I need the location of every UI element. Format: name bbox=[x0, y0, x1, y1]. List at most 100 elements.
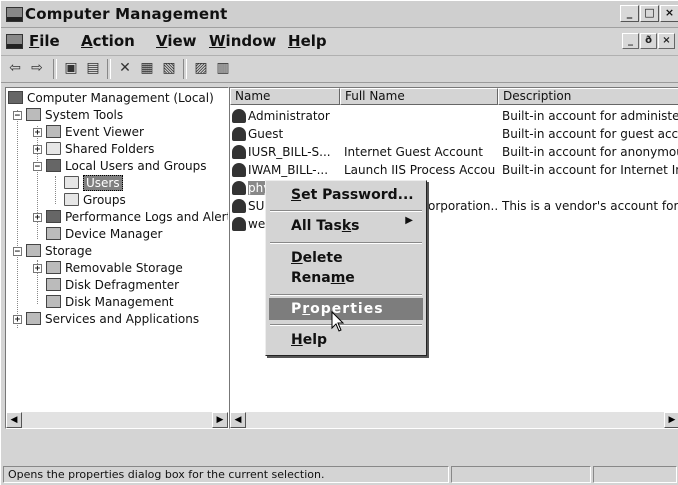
tree-item-system-tools[interactable]: System Tools bbox=[26, 107, 123, 123]
expand-toggle[interactable]: + bbox=[33, 213, 42, 223]
expand-toggle[interactable]: + bbox=[13, 315, 22, 325]
removable-storage-icon bbox=[46, 261, 61, 274]
tree-item-storage[interactable]: Storage bbox=[26, 243, 92, 259]
system-menu-icon[interactable] bbox=[6, 34, 23, 49]
folder-open-icon bbox=[64, 176, 79, 189]
status-message: Opens the properties dialog box for the … bbox=[3, 466, 449, 483]
expand-toggle[interactable]: + bbox=[33, 264, 42, 274]
user-icon bbox=[232, 163, 246, 177]
system-tools-icon bbox=[26, 108, 41, 121]
performance-icon bbox=[46, 210, 61, 223]
column-header-name[interactable]: Name bbox=[230, 88, 340, 105]
close-button[interactable]: × bbox=[660, 5, 678, 22]
defragmenter-icon bbox=[46, 278, 61, 291]
menu-view[interactable]: View bbox=[156, 32, 197, 50]
scroll-left-icon[interactable]: ◀ bbox=[6, 412, 22, 428]
tree-item-computer-management[interactable]: Computer Management (Local) bbox=[8, 90, 214, 106]
users-groups-icon bbox=[46, 159, 61, 172]
tree-line bbox=[55, 176, 56, 204]
up-level-icon[interactable]: ▣ bbox=[61, 59, 81, 78]
delete-icon[interactable]: ✕ bbox=[115, 59, 135, 78]
scroll-right-icon[interactable]: ▶ bbox=[212, 412, 228, 428]
event-viewer-icon bbox=[46, 125, 61, 138]
list-horizontal-scrollbar[interactable]: ◀ ▶ bbox=[230, 412, 678, 428]
back-arrow-icon[interactable]: ⇦ bbox=[5, 59, 25, 78]
menu-help[interactable]: Help bbox=[288, 32, 327, 50]
tree-horizontal-scrollbar[interactable]: ◀ ▶ bbox=[6, 412, 228, 428]
tree-item-shared-folders[interactable]: Shared Folders bbox=[46, 141, 154, 157]
context-menu-rename[interactable]: Rename bbox=[269, 267, 423, 289]
toolbar-separator bbox=[53, 59, 57, 79]
child-window-controls: _ ð × bbox=[622, 33, 675, 49]
tree-item-event-viewer[interactable]: Event Viewer bbox=[46, 124, 144, 140]
context-menu-set-password[interactable]: Set Password... bbox=[269, 184, 423, 206]
disk-management-icon bbox=[46, 295, 61, 308]
window-controls: _ □ × bbox=[620, 5, 678, 22]
toolbar-separator bbox=[107, 59, 111, 79]
context-menu-help[interactable]: Help bbox=[269, 329, 423, 351]
menu-separator bbox=[270, 210, 422, 212]
menu-bar: File Action View Window Help _ ð × bbox=[1, 28, 678, 56]
tree-item-removable-storage[interactable]: Removable Storage bbox=[46, 260, 183, 276]
maximize-button[interactable]: □ bbox=[640, 5, 659, 22]
child-minimize-button[interactable]: _ bbox=[622, 33, 639, 49]
computer-management-window: Computer Management _ □ × File Action Vi… bbox=[0, 0, 678, 485]
menu-window[interactable]: Window bbox=[209, 32, 276, 50]
context-menu-properties[interactable]: Properties bbox=[269, 298, 423, 320]
list-header: Name Full Name Description bbox=[230, 88, 678, 105]
console-tree-pane[interactable]: Computer Management (Local) − System Too… bbox=[5, 87, 229, 429]
tree-item-device-manager[interactable]: Device Manager bbox=[46, 226, 162, 242]
storage-icon bbox=[26, 244, 41, 257]
status-panel bbox=[451, 466, 591, 483]
expand-toggle[interactable]: + bbox=[33, 128, 42, 138]
help-icon[interactable]: ▨ bbox=[191, 59, 211, 78]
table-row[interactable]: Guest Built-in account for guest access … bbox=[230, 125, 678, 143]
user-icon bbox=[232, 127, 246, 141]
collapse-toggle[interactable]: − bbox=[13, 111, 22, 121]
menu-file[interactable]: File bbox=[29, 32, 60, 50]
window-title: Computer Management bbox=[25, 5, 228, 23]
tree-item-groups[interactable]: Groups bbox=[64, 192, 126, 208]
context-menu-all-tasks[interactable]: All Tasks ▶ bbox=[269, 215, 423, 237]
export-list-icon[interactable]: ▧ bbox=[159, 59, 179, 78]
minimize-button[interactable]: _ bbox=[620, 5, 639, 22]
menu-action[interactable]: Action bbox=[81, 32, 135, 50]
forward-arrow-icon[interactable]: ⇨ bbox=[27, 59, 47, 78]
collapse-toggle[interactable]: − bbox=[13, 247, 22, 257]
properties-icon[interactable]: ▦ bbox=[137, 59, 157, 78]
menu-separator bbox=[270, 294, 422, 296]
table-row[interactable]: Administrator Built-in account for admin… bbox=[230, 107, 678, 125]
collapse-toggle[interactable]: − bbox=[33, 162, 42, 172]
user-icon bbox=[232, 181, 246, 195]
table-row[interactable]: IUSR_BILL-S... Internet Guest Account Bu… bbox=[230, 143, 678, 161]
scroll-right-icon[interactable]: ▶ bbox=[664, 412, 678, 428]
user-icon bbox=[232, 109, 246, 123]
submenu-arrow-icon: ▶ bbox=[405, 215, 413, 226]
tree-item-disk-management[interactable]: Disk Management bbox=[46, 294, 174, 310]
user-icon bbox=[232, 199, 246, 213]
scroll-left-icon[interactable]: ◀ bbox=[230, 412, 246, 428]
services-icon bbox=[26, 312, 41, 325]
status-panel bbox=[593, 466, 677, 483]
tree-line bbox=[17, 110, 18, 328]
computer-icon bbox=[8, 91, 23, 104]
table-row[interactable]: IWAM_BILL-... Launch IIS Process Account… bbox=[230, 161, 678, 179]
console-tree-icon[interactable]: ▥ bbox=[213, 59, 233, 78]
show-hide-tree-icon[interactable]: ▤ bbox=[83, 59, 103, 78]
child-close-button[interactable]: × bbox=[658, 33, 675, 49]
context-menu-delete[interactable]: Delete bbox=[269, 247, 423, 269]
menu-separator bbox=[270, 324, 422, 326]
expand-toggle[interactable]: + bbox=[33, 145, 42, 155]
title-bar[interactable]: Computer Management _ □ × bbox=[1, 1, 678, 28]
tree-item-performance-logs[interactable]: Performance Logs and Alerts bbox=[46, 209, 228, 225]
child-restore-button[interactable]: ð bbox=[640, 33, 657, 49]
tree-item-users[interactable]: Users bbox=[64, 175, 123, 191]
column-header-full-name[interactable]: Full Name bbox=[340, 88, 498, 105]
user-icon bbox=[232, 145, 246, 159]
context-menu: Set Password... All Tasks ▶ Delete Rename… bbox=[265, 180, 427, 356]
tree-item-disk-defragmenter[interactable]: Disk Defragmenter bbox=[46, 277, 179, 293]
tree-item-services-and-applications[interactable]: Services and Applications bbox=[26, 311, 199, 327]
computer-management-icon bbox=[6, 7, 23, 22]
tree-item-local-users-and-groups[interactable]: Local Users and Groups bbox=[46, 158, 207, 174]
column-header-description[interactable]: Description bbox=[498, 88, 678, 105]
